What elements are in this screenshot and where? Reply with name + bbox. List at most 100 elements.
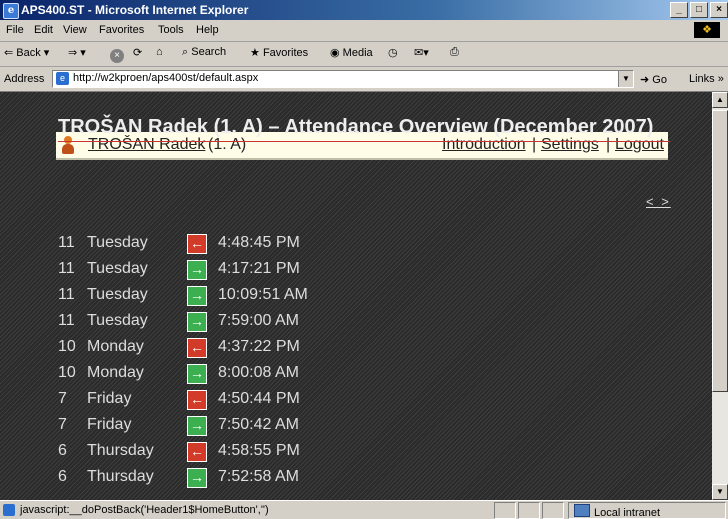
row-weekday: Monday [87,364,144,381]
arrival-arrow-icon: → [187,364,207,384]
toolbar: ⇐ Back ▾ ⇒ ▾ × ⟳ ⌂ ⌕ Search ★ Favorites … [0,42,728,67]
month-pager[interactable]: < > [646,194,671,209]
refresh-button[interactable]: ⟳ [133,46,142,59]
maximize-button[interactable]: □ [690,2,708,18]
row-weekday: Friday [87,390,132,407]
zone-label: Local intranet [594,507,661,519]
menu-view[interactable]: View [63,24,87,36]
menu-bar: File Edit View Favorites Tools Help ❖ [0,20,728,42]
vertical-scrollbar[interactable]: ▲ ▼ [712,92,728,500]
attendance-row: 11 Tuesday → 10:09:51 AM [58,286,558,308]
menu-file[interactable]: File [6,24,24,36]
page-content: TROŠAN Radek (1. A) Introduction | Setti… [0,92,712,500]
mail-icon: ✉ [414,47,424,59]
address-url: http://w2kproen/aps400st/default.aspx [73,72,259,84]
row-weekday: Friday [87,416,132,433]
arrival-arrow-icon: → [187,260,207,280]
ie-icon: e [3,3,19,19]
page-icon: e [56,72,69,85]
departure-arrow-icon: ← [187,338,207,358]
address-input[interactable]: e http://w2kproen/aps400st/default.aspx … [52,70,634,88]
status-pane [542,502,564,519]
forward-button[interactable]: ⇒ ▾ [68,46,86,59]
links-button[interactable]: Links » [689,73,724,85]
departure-arrow-icon: ← [187,390,207,410]
window-title-bar: e APS400.ST - Microsoft Internet Explore… [0,0,728,20]
menu-help[interactable]: Help [196,24,219,36]
go-label: Go [652,74,667,86]
intranet-icon [574,504,590,517]
window-title: APS400.ST - Microsoft Internet Explorer [21,3,249,17]
attendance-row: 10 Monday → 8:00:08 AM [58,364,558,386]
close-button[interactable]: × [710,2,728,18]
arrival-arrow-icon: → [187,286,207,306]
arrival-arrow-icon: → [187,468,207,488]
attendance-row: 6 Thursday ← 4:58:55 PM [58,442,558,464]
menu-tools[interactable]: Tools [158,24,184,36]
menu-favorites[interactable]: Favorites [99,24,144,36]
row-day: 7 [58,416,67,433]
print-icon: ⎙ [450,46,459,58]
back-label: Back [16,47,41,59]
attendance-row: 7 Friday → 7:50:42 AM [58,416,558,438]
row-time: 7:59:00 AM [218,312,299,329]
attendance-row: 11 Tuesday → 4:17:21 PM [58,260,558,282]
row-time: 7:50:42 AM [218,416,299,433]
menu-edit[interactable]: Edit [34,24,53,36]
arrival-arrow-icon: → [187,312,207,332]
status-pane [494,502,516,519]
attendance-row: 6 Thursday → 7:52:58 AM [58,468,558,490]
history-icon: ◷ [388,47,398,59]
row-day: 10 [58,364,76,381]
forward-arrow-icon: ⇒ [68,47,78,59]
row-time: 8:00:08 AM [218,364,299,381]
row-time: 4:48:45 PM [218,234,300,251]
history-button[interactable]: ◷ [388,46,398,59]
print-button[interactable]: ⎙ [450,46,459,59]
attendance-row: 11 Tuesday ← 4:48:45 PM [58,234,558,256]
row-day: 11 [58,286,75,303]
row-weekday: Thursday [87,468,154,485]
row-day: 6 [58,468,67,485]
search-button[interactable]: ⌕ Search [182,46,226,59]
row-weekday: Tuesday [87,234,148,251]
row-day: 11 [58,312,75,329]
row-day: 7 [58,390,67,407]
favorites-icon: ★ [250,47,260,59]
attendance-row: 7 Friday ← 4:50:44 PM [58,390,558,412]
home-button[interactable]: ⌂ [156,46,163,58]
favorites-button[interactable]: ★ Favorites [250,46,308,59]
scroll-up-button[interactable]: ▲ [712,92,728,108]
media-icon: ◉ [330,47,340,59]
stop-button[interactable]: × [110,46,124,63]
row-time: 4:17:21 PM [218,260,300,277]
go-button[interactable]: ➜ Go [640,73,667,86]
row-time: 7:52:58 AM [218,468,299,485]
row-weekday: Monday [87,338,144,355]
status-bar: javascript:__doPostBack('Header1$HomeBut… [0,500,728,519]
row-day: 6 [58,442,67,459]
home-icon: ⌂ [156,46,163,58]
mail-button[interactable]: ✉▾ [414,46,429,59]
status-text: javascript:__doPostBack('Header1$HomeBut… [20,504,269,516]
search-icon: ⌕ [182,46,189,58]
row-day: 11 [58,260,75,277]
departure-arrow-icon: ← [187,442,207,462]
media-button[interactable]: ◉ Media [330,46,373,59]
address-dropdown-button[interactable]: ▼ [618,71,633,87]
attendance-row: 11 Tuesday → 7:59:00 AM [58,312,558,334]
page-title: TROŠAN Radek (1. A) – Attendance Overvie… [58,116,670,142]
stop-icon: × [110,49,124,63]
media-label: Media [342,47,373,59]
row-weekday: Tuesday [87,286,148,303]
row-time: 4:50:44 PM [218,390,300,407]
row-day: 11 [58,234,75,251]
page-status-icon [3,504,15,516]
scroll-down-button[interactable]: ▼ [712,484,728,500]
windows-logo-icon: ❖ [694,22,720,38]
row-weekday: Tuesday [87,260,148,277]
scroll-thumb[interactable] [712,110,728,392]
minimize-button[interactable]: _ [670,2,688,18]
arrival-arrow-icon: → [187,416,207,436]
back-button[interactable]: ⇐ Back ▾ [4,46,49,59]
